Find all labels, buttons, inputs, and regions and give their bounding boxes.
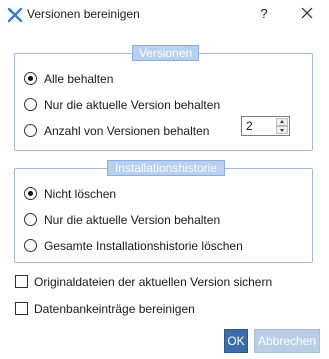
version-count-value[interactable]: 2 xyxy=(246,119,253,133)
ok-button[interactable]: OK xyxy=(224,329,248,353)
checkbox-label: Datenbankeinträge bereinigen xyxy=(34,302,195,316)
radio-button[interactable] xyxy=(24,239,37,252)
stepper-buttons xyxy=(276,118,288,134)
checkbox-label: Originaldateien der aktuellen Version si… xyxy=(34,275,273,289)
radio-label: Nicht löschen xyxy=(44,187,117,201)
history-legend: Installationshistorie xyxy=(107,160,225,176)
versions-group: Versionen Alle behalten Nur die aktuelle… xyxy=(14,45,313,151)
title-bar: Versionen bereinigen ? xyxy=(0,0,329,30)
radio-label: Nur die aktuelle Version behalten xyxy=(44,98,221,112)
radio-button[interactable] xyxy=(24,98,37,111)
cancel-button[interactable]: Abbrechen xyxy=(254,329,320,353)
radio-button[interactable] xyxy=(24,124,37,137)
radio-label: Anzahl von Versionen behalten xyxy=(44,124,210,138)
checkbox[interactable] xyxy=(15,275,28,288)
window-title: Versionen bereinigen xyxy=(27,7,140,21)
stepper-down-icon[interactable] xyxy=(276,126,288,134)
history-group: Installationshistorie Nicht löschen Nur … xyxy=(14,160,313,263)
version-count-stepper[interactable]: 2 xyxy=(241,116,290,136)
checkbox[interactable] xyxy=(15,302,28,315)
radio-button[interactable] xyxy=(24,213,37,226)
help-button[interactable]: ? xyxy=(257,6,271,21)
radio-label: Gesamte Installationshistorie löschen xyxy=(44,239,243,253)
crossed-tools-icon xyxy=(7,7,23,23)
versions-legend: Versionen xyxy=(132,45,199,61)
radio-label: Nur die aktuelle Version behalten xyxy=(44,213,221,227)
close-icon[interactable] xyxy=(298,4,316,22)
stepper-up-icon[interactable] xyxy=(276,118,288,126)
radio-button[interactable] xyxy=(24,72,37,85)
radio-label: Alle behalten xyxy=(44,72,114,86)
radio-button[interactable] xyxy=(24,187,37,200)
